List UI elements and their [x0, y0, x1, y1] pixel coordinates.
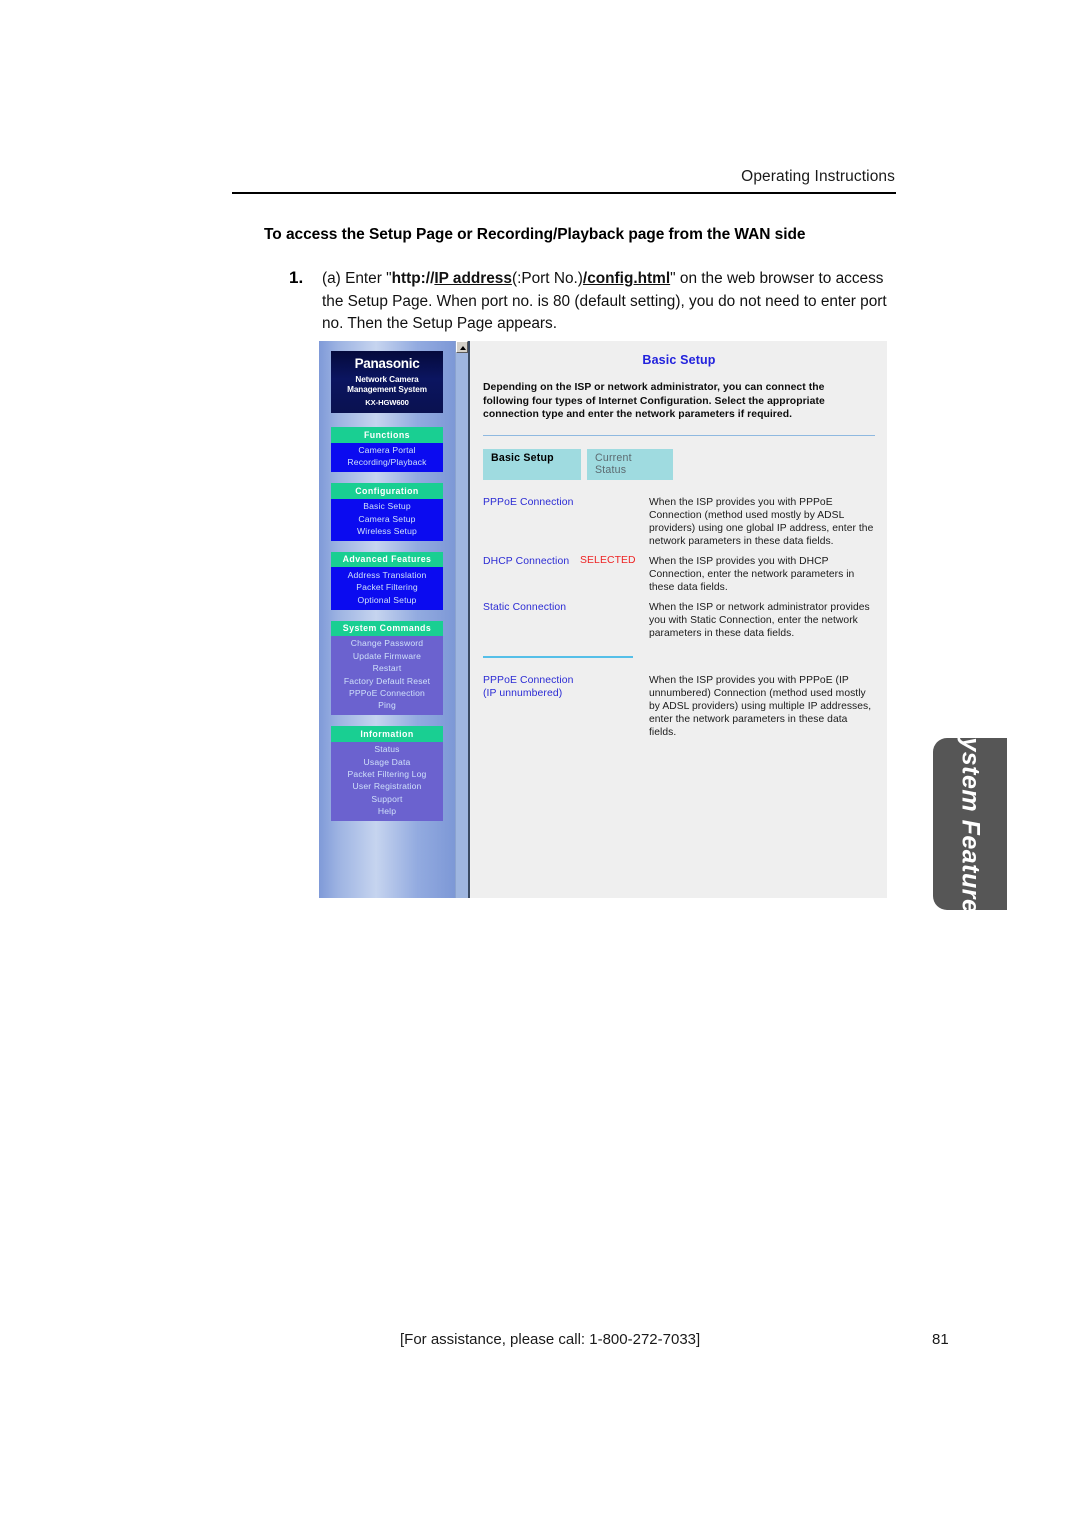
sidebar-group-heading: Functions [331, 427, 443, 443]
step-port: (:Port No.) [511, 270, 583, 287]
sidebar-item-optional-setup[interactable]: Optional Setup [331, 594, 443, 606]
sidebar-item-basic-setup[interactable]: Basic Setup [331, 501, 443, 513]
sidebar-item-usage-data[interactable]: Usage Data [331, 756, 443, 768]
embedded-screenshot: Panasonic Network Camera Management Syst… [319, 341, 887, 898]
page-header: Operating Instructions [232, 168, 895, 186]
sidebar-item-camera-setup[interactable]: Camera Setup [331, 513, 443, 525]
scroll-up-arrow-icon[interactable] [456, 341, 468, 353]
side-tab-system-features: System Features [933, 720, 1007, 928]
connection-row: DHCP Connection SELECTED When the ISP prov… [483, 548, 877, 594]
secondary-connection-list: PPPoE Connection (IP unnumbered) When the… [471, 667, 887, 739]
panel-tab-bar: Basic Setup Current Status [483, 449, 887, 480]
connection-description: When the ISP provides you with PPPoE Con… [649, 496, 874, 547]
brand-name: Panasonic [354, 356, 420, 371]
sidebar-group-heading: Configuration [331, 483, 443, 499]
connection-selected-badge [580, 601, 649, 640]
tab-current-status[interactable]: Current Status [587, 449, 673, 480]
step-http: http:// [391, 270, 435, 287]
step-config-html: /config.html [582, 270, 671, 287]
screenshot-main-panel: Basic Setup Depending on the ISP or netw… [471, 341, 887, 898]
sidebar-group: Information Status Usage Data Packet Filter… [331, 726, 443, 821]
sidebar-item-address-translation[interactable]: Address Translation [331, 569, 443, 581]
sidebar-item-camera-portal[interactable]: Camera Portal [331, 445, 443, 457]
sidebar-item-recording-playback[interactable]: Recording/Playback [331, 457, 443, 469]
tab-basic-setup[interactable]: Basic Setup [483, 449, 581, 480]
sidebar-item-pppoe-connection[interactable]: PPPoE Connection [331, 688, 443, 700]
step-text: (a) Enter "http://IP address(:Port No.)/… [322, 268, 904, 336]
product-subtitle-line1: Network Camera [355, 375, 419, 384]
sidebar-group-body: Status Usage Data Packet Filtering Log User… [331, 741, 443, 821]
connection-selected-badge: SELECTED [580, 554, 636, 566]
main-panel-title: Basic Setup [642, 353, 716, 367]
secondary-divider [483, 655, 633, 658]
step-prefix: (a) Enter " [322, 270, 392, 287]
sidebar-group-body: Change Password Update Firmware Restart Fac… [331, 636, 443, 716]
connection-row: PPPoE Connection When the ISP provides yo… [483, 489, 877, 548]
model-number: KX-HGW600 [365, 398, 409, 407]
sidebar-group-body: Camera Portal Recording/Playback [331, 442, 443, 473]
sidebar-item-help[interactable]: Help [331, 806, 443, 818]
product-subtitle-line2: Management System [347, 384, 427, 394]
connection-row: Static Connection When the ISP or network… [483, 594, 877, 640]
panel-divider [468, 341, 470, 898]
sidebar-item-restart[interactable]: Restart [331, 663, 443, 675]
sidebar-group: Advanced Features Address Translation Pack… [331, 551, 443, 610]
sidebar-group-heading: Information [331, 726, 443, 742]
sidebar-item-support[interactable]: Support [331, 793, 443, 805]
connection-row: PPPoE Connection (IP unnumbered) When the… [483, 667, 877, 739]
sidebar-item-update-firmware[interactable]: Update Firmware [331, 650, 443, 662]
sidebar-group: Configuration Basic Setup Camera Setup Wire… [331, 483, 443, 541]
sidebar-item-status[interactable]: Status [331, 744, 443, 756]
sidebar-inner: Panasonic Network Camera Management Syst… [331, 351, 443, 832]
connection-link[interactable]: PPPoE Connection (IP unnumbered) [483, 674, 580, 739]
main-panel-intro: Depending on the ISP or network administ… [483, 382, 825, 421]
page-number: 81 [932, 1331, 949, 1348]
product-subtitle: Network Camera Management System [333, 375, 441, 394]
sidebar-group-heading: System Commands [331, 620, 443, 636]
sidebar-group: System Commands Change Password Update Fir… [331, 620, 443, 716]
section-heading: To access the Setup Page or Recording/Pl… [264, 226, 806, 243]
header-title: Operating Instructions [741, 168, 895, 185]
sidebar-item-ping[interactable]: Ping [331, 700, 443, 712]
step-number: 1. [289, 268, 304, 287]
connection-description: When the ISP or network administrator pr… [649, 601, 870, 639]
sidebar-nav-groups: Functions Camera Portal Recording/Playback… [331, 427, 443, 821]
connection-selected-badge [580, 496, 649, 548]
side-tab-label: System Features [956, 720, 985, 928]
connection-description: When the ISP provides you with PPPoE (IP… [649, 674, 872, 738]
panasonic-logo-block: Panasonic Network Camera Management Syst… [331, 351, 443, 413]
sidebar-item-change-password[interactable]: Change Password [331, 638, 443, 650]
connection-link[interactable]: Static Connection [483, 601, 580, 640]
screenshot-sidebar: Panasonic Network Camera Management Syst… [319, 341, 455, 898]
connection-link[interactable]: DHCP Connection [483, 555, 580, 594]
assistance-note: [For assistance, please call: 1-800-272-… [400, 1331, 701, 1348]
intro-divider [483, 434, 875, 437]
sidebar-item-packet-filtering-log[interactable]: Packet Filtering Log [331, 769, 443, 781]
connection-selected-badge [580, 674, 649, 739]
header-rule [232, 192, 896, 194]
connection-list: PPPoE Connection When the ISP provides yo… [471, 489, 887, 640]
connection-description: When the ISP provides you with DHCP Conn… [649, 555, 855, 593]
sidebar-group-heading: Advanced Features [331, 551, 443, 568]
sidebar-group-body: Basic Setup Camera Setup Wireless Setup [331, 498, 443, 541]
scrollbar-track[interactable] [456, 353, 468, 898]
sidebar-group-body: Address Translation Packet Filtering Optio… [331, 567, 443, 610]
sidebar-item-packet-filtering[interactable]: Packet Filtering [331, 582, 443, 594]
sidebar-item-user-registration[interactable]: User Registration [331, 781, 443, 793]
connection-link[interactable]: PPPoE Connection [483, 496, 580, 548]
sidebar-group: Functions Camera Portal Recording/Playback [331, 427, 443, 473]
instruction-step: 1. (a) Enter "http://IP address(:Port No… [289, 268, 904, 336]
step-ip-address: IP address [434, 270, 512, 287]
vertical-scrollbar[interactable] [455, 341, 468, 898]
sidebar-item-wireless-setup[interactable]: Wireless Setup [331, 526, 443, 538]
sidebar-item-factory-default-reset[interactable]: Factory Default Reset [331, 675, 443, 687]
